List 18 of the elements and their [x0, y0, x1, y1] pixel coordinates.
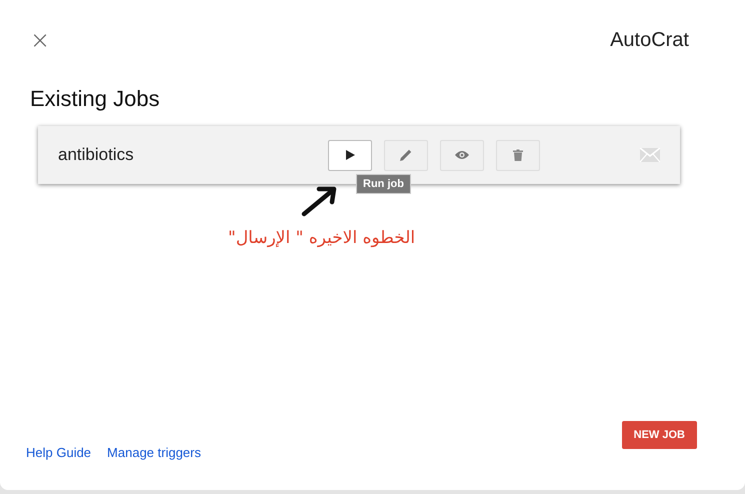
app-title: AutoCrat	[610, 28, 689, 52]
job-name: antibiotics	[58, 145, 135, 165]
edit-button[interactable]	[384, 140, 428, 170]
footer-link[interactable]: Help Guide	[26, 445, 92, 460]
section-heading: Existing Jobs	[30, 86, 161, 112]
preview-button[interactable]	[440, 140, 484, 170]
tooltip: Run job	[356, 174, 411, 194]
envelope-icon	[640, 148, 660, 162]
delete-button[interactable]	[496, 140, 540, 170]
annotation-text: الخطوه الاخيره " الإرسال"	[228, 228, 416, 248]
trash-icon	[513, 149, 523, 161]
new-job-button[interactable]: NEW JOB	[622, 421, 697, 449]
run-job-button[interactable]	[328, 140, 372, 170]
pencil-icon	[400, 149, 412, 161]
footer-link[interactable]: Manage triggers	[107, 445, 201, 460]
close-button[interactable]: ×	[28, 28, 52, 52]
play-icon	[346, 150, 354, 160]
eye-icon	[455, 150, 469, 160]
